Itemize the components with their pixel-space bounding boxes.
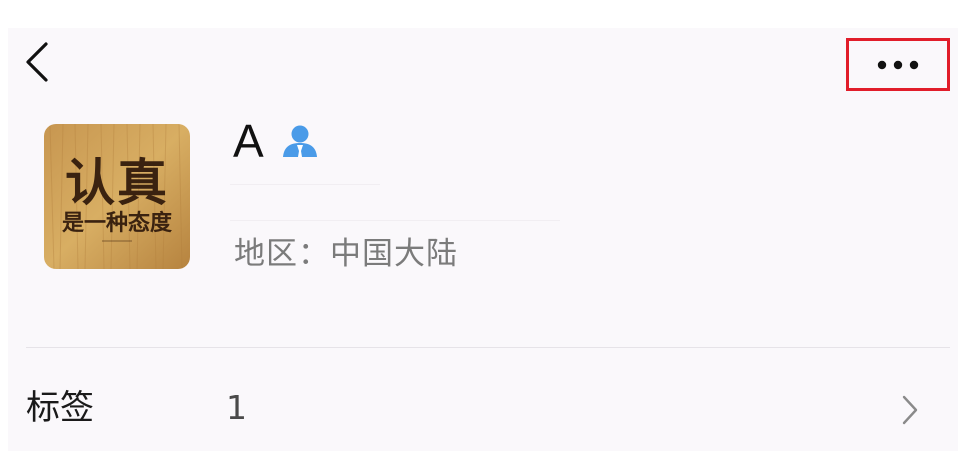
region-text: 地区：中国大陆 (234, 236, 458, 272)
tags-label: 标签 (26, 388, 94, 428)
avatar-text-main: 认真 (65, 154, 169, 212)
contact-profile-screen: 认真 是一种态度 A 地区：中国大陆 标签 1 (8, 28, 958, 451)
chevron-left-icon (26, 42, 48, 82)
contact-name: A (233, 115, 264, 167)
avatar[interactable]: 认真 是一种态度 (44, 124, 190, 269)
back-button[interactable] (22, 40, 58, 84)
avatar-text-sub: 是一种态度 (62, 210, 173, 236)
friend-person-icon (281, 124, 319, 158)
faint-divider (230, 220, 560, 221)
tags-value: 1 (226, 388, 247, 427)
more-options-button[interactable] (846, 38, 950, 91)
more-horizontal-icon (877, 60, 919, 69)
chevron-right-icon (902, 395, 918, 425)
tags-row[interactable]: 标签 1 (8, 348, 958, 451)
faint-divider (230, 184, 380, 185)
